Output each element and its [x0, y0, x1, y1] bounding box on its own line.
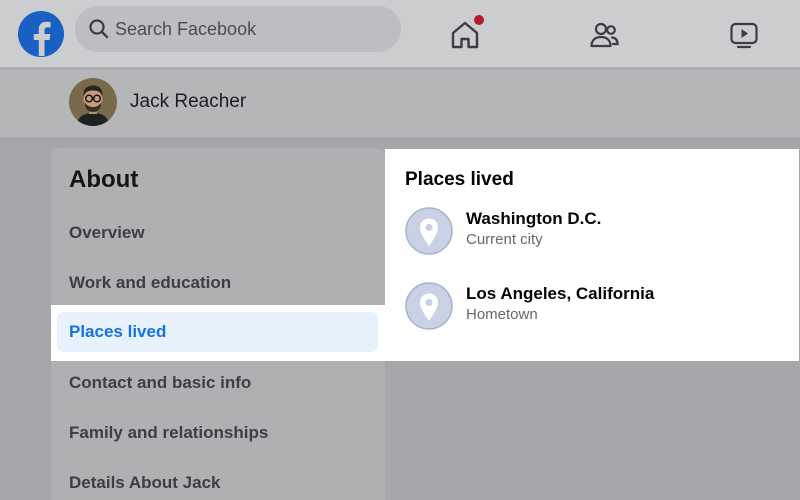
place-type: Current city — [466, 231, 543, 248]
about-nav-places-lived-label: Places lived — [69, 322, 167, 341]
notification-dot — [474, 15, 484, 25]
about-nav-overview[interactable]: Overview — [69, 223, 145, 243]
search-input[interactable] — [115, 6, 385, 52]
places-lived-card: Places lived Washington D.C. Current cit… — [385, 149, 799, 361]
watch-video-icon — [730, 22, 758, 49]
search-icon — [89, 19, 109, 39]
friends-icon — [590, 22, 619, 48]
about-nav-places-lived[interactable]: Places lived — [57, 312, 378, 352]
nav-home-button[interactable] — [443, 13, 487, 57]
places-lived-heading: Places lived — [405, 169, 514, 190]
map-pin-icon — [405, 207, 453, 255]
place-type: Hometown — [466, 306, 538, 323]
search-bar[interactable] — [75, 6, 401, 52]
about-nav-work-education[interactable]: Work and education — [69, 273, 231, 293]
profile-name[interactable]: Jack Reacher — [130, 91, 246, 113]
avatar[interactable] — [69, 78, 117, 126]
nav-watch-button[interactable] — [722, 13, 766, 57]
about-nav-contact-info[interactable]: Contact and basic info — [69, 373, 251, 393]
nav-friends-button[interactable] — [582, 13, 626, 57]
place-current-city[interactable]: Washington D.C. Current city — [405, 207, 785, 257]
about-heading: About — [69, 166, 139, 193]
place-hometown[interactable]: Los Angeles, California Hometown — [405, 282, 785, 332]
about-nav-family-relationships[interactable]: Family and relationships — [69, 423, 268, 443]
map-pin-icon — [405, 282, 453, 330]
place-name[interactable]: Washington D.C. — [466, 209, 601, 229]
facebook-logo-icon[interactable] — [17, 10, 65, 58]
profile-header: Jack Reacher — [0, 69, 800, 138]
about-nav-details[interactable]: Details About Jack — [69, 473, 220, 493]
place-name[interactable]: Los Angeles, California — [466, 284, 654, 304]
top-nav-bar — [0, 0, 800, 68]
